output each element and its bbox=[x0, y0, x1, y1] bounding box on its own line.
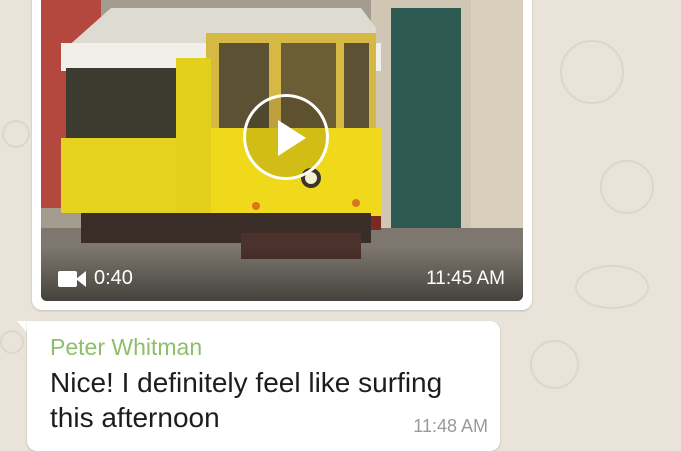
play-icon bbox=[278, 120, 306, 156]
video-duration-label: 0:40 bbox=[94, 267, 133, 289]
wallpaper-doodle bbox=[2, 120, 30, 148]
wallpaper-doodle bbox=[575, 265, 649, 309]
wallpaper-doodle bbox=[600, 160, 654, 214]
wallpaper-doodle bbox=[560, 40, 624, 104]
text-message-bubble[interactable]: Peter Whitman Nice! I definitely feel li… bbox=[27, 321, 500, 451]
message-timestamp: 11:48 AM bbox=[413, 416, 488, 436]
play-button[interactable] bbox=[243, 94, 329, 180]
video-camera-icon bbox=[58, 270, 88, 288]
wallpaper-doodle bbox=[530, 340, 579, 389]
video-duration: 0:40 bbox=[58, 267, 133, 290]
video-message-bubble[interactable]: 0:40 11:45 AM bbox=[32, 0, 532, 310]
video-thumbnail[interactable]: 0:40 11:45 AM bbox=[41, 0, 523, 301]
video-timestamp: 11:45 AM bbox=[426, 268, 505, 289]
sender-name[interactable]: Peter Whitman bbox=[50, 334, 202, 361]
